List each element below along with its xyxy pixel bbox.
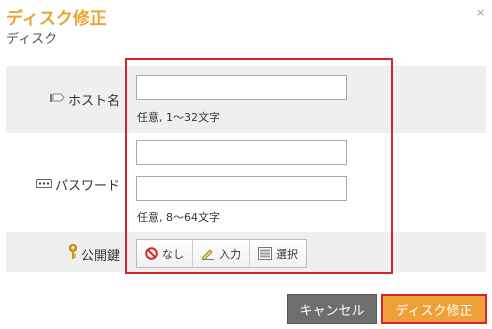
public-key-none-button[interactable]: なし bbox=[137, 240, 193, 267]
password-hint: 任意, 8〜64文字 bbox=[137, 211, 220, 224]
dialog-subtitle: ディスク bbox=[6, 32, 58, 47]
pencil-icon bbox=[201, 247, 215, 260]
host-name-input[interactable] bbox=[136, 75, 347, 100]
prohibited-icon bbox=[145, 247, 158, 260]
list-icon bbox=[258, 247, 272, 260]
public-key-label: 公開鍵 bbox=[80, 248, 120, 264]
password-label-group: パスワード bbox=[35, 175, 120, 194]
password-input[interactable] bbox=[136, 140, 347, 165]
key-icon bbox=[68, 244, 78, 264]
tag-icon bbox=[49, 92, 65, 107]
cancel-button[interactable]: キャンセル bbox=[287, 294, 377, 324]
host-label: ホスト名 bbox=[67, 94, 120, 109]
host-hint: 任意, 1〜32文字 bbox=[137, 111, 220, 124]
public-key-select-label: 選択 bbox=[276, 247, 298, 261]
public-key-input-button[interactable]: 入力 bbox=[193, 240, 250, 267]
public-key-label-group: 公開鍵 bbox=[68, 244, 120, 264]
close-icon[interactable]: × bbox=[476, 7, 485, 18]
host-label-group: ホスト名 bbox=[49, 90, 120, 109]
submit-button[interactable]: ディスク修正 bbox=[381, 294, 487, 324]
password-label: パスワード bbox=[54, 179, 120, 194]
public-key-options: なし 入力 選択 bbox=[136, 239, 307, 268]
dialog-title: ディスク修正 bbox=[6, 9, 107, 29]
password-icon bbox=[35, 177, 52, 192]
public-key-input-label: 入力 bbox=[219, 247, 241, 261]
password-confirm-input[interactable] bbox=[136, 176, 347, 201]
public-key-select-button[interactable]: 選択 bbox=[250, 240, 306, 267]
public-key-none-label: なし bbox=[162, 247, 184, 261]
